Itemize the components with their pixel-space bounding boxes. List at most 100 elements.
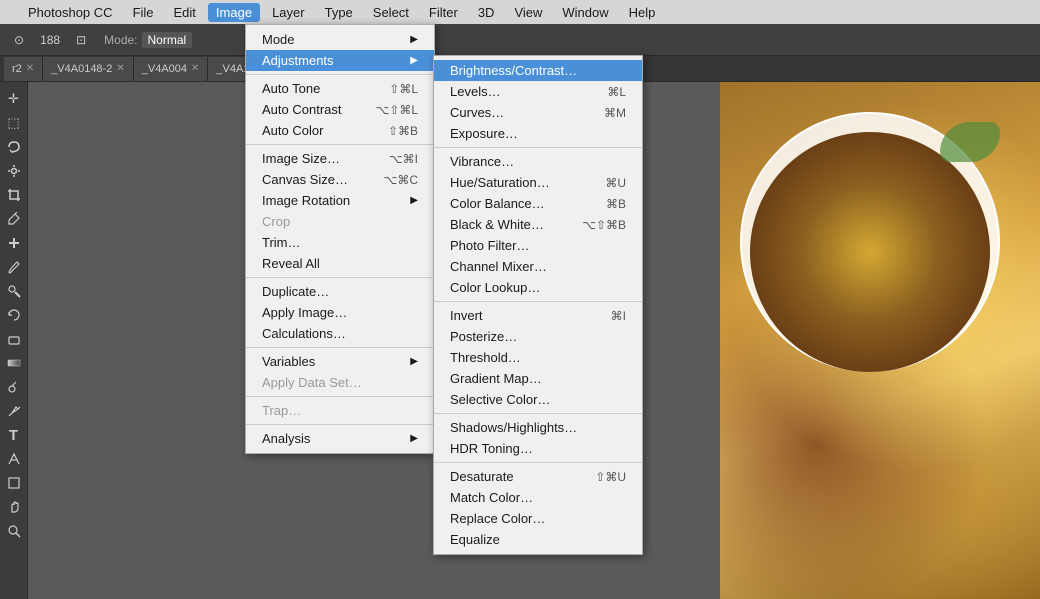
menu-variables[interactable]: Variables ▶: [246, 351, 434, 372]
adj-levels[interactable]: Levels… ⌘L: [434, 81, 642, 102]
adj-vibrance[interactable]: Vibrance…: [434, 151, 642, 172]
brush-size-value: 188: [34, 31, 66, 49]
adjustments-submenu: Brightness/Contrast… Levels… ⌘L Curves… …: [433, 55, 643, 555]
menu-canvas-size[interactable]: Canvas Size… ⌥⌘C: [246, 169, 434, 190]
adj-shadows-highlights[interactable]: Shadows/Highlights…: [434, 417, 642, 438]
adj-curves[interactable]: Curves… ⌘M: [434, 102, 642, 123]
dodge-burn-tool[interactable]: [3, 376, 25, 398]
menu-apply-image[interactable]: Apply Image…: [246, 302, 434, 323]
menu-file[interactable]: File: [125, 3, 162, 22]
adj-replace-color[interactable]: Replace Color…: [434, 508, 642, 529]
menu-photoshop[interactable]: Photoshop CC: [20, 3, 121, 22]
submenu-arrow-icon: ▶: [410, 34, 418, 45]
adj-invert[interactable]: Invert ⌘I: [434, 305, 642, 326]
brush-tool[interactable]: [3, 256, 25, 278]
tab-v4a004[interactable]: _V4A004 ✕: [134, 57, 209, 81]
submenu-arrow-variables-icon: ▶: [410, 356, 418, 367]
menu-divider-4: [246, 347, 434, 348]
menu-filter[interactable]: Filter: [421, 3, 466, 22]
adj-divider-3: [434, 413, 642, 414]
tab-v4a0148[interactable]: _V4A0148-2 ✕: [43, 57, 134, 81]
adj-color-lookup[interactable]: Color Lookup…: [434, 277, 642, 298]
menu-image-rotation[interactable]: Image Rotation ▶: [246, 190, 434, 211]
adj-brightness-contrast[interactable]: Brightness/Contrast…: [434, 60, 642, 81]
lasso-tool[interactable]: [3, 136, 25, 158]
gradient-tool[interactable]: [3, 352, 25, 374]
history-brush-tool[interactable]: [3, 304, 25, 326]
adj-hue-saturation[interactable]: Hue/Saturation… ⌘U: [434, 172, 642, 193]
menu-image-adjustments[interactable]: Adjustments ▶: [246, 50, 434, 71]
hand-tool[interactable]: [3, 496, 25, 518]
brush-icon[interactable]: ⊙: [8, 31, 30, 49]
menu-trap: Trap…: [246, 400, 434, 421]
adj-desaturate[interactable]: Desaturate ⇧⌘U: [434, 466, 642, 487]
menu-reveal-all[interactable]: Reveal All: [246, 253, 434, 274]
menu-calculations[interactable]: Calculations…: [246, 323, 434, 344]
shape-tool[interactable]: [3, 472, 25, 494]
document-canvas: [720, 82, 1040, 599]
pen-tool[interactable]: [3, 400, 25, 422]
menu-auto-tone[interactable]: Auto Tone ⇧⌘L: [246, 78, 434, 99]
mode-dropdown[interactable]: Normal: [142, 32, 193, 48]
image-dropdown-menu: Mode ▶ Adjustments ▶ Auto Tone ⇧⌘L Auto …: [245, 24, 435, 454]
adj-channel-mixer[interactable]: Channel Mixer…: [434, 256, 642, 277]
menu-image[interactable]: Image: [208, 3, 260, 22]
eraser-tool[interactable]: [3, 328, 25, 350]
close-tab-r2-icon[interactable]: ✕: [26, 63, 34, 74]
menu-divider-1: [246, 74, 434, 75]
menu-bar: Photoshop CC File Edit Image Layer Type …: [0, 0, 1040, 24]
mode-label: Mode:: [104, 33, 137, 47]
move-tool[interactable]: ✛: [3, 88, 25, 110]
marquee-tool[interactable]: ⬚: [3, 112, 25, 134]
adj-match-color[interactable]: Match Color…: [434, 487, 642, 508]
adj-divider-1: [434, 147, 642, 148]
adj-color-balance[interactable]: Color Balance… ⌘B: [434, 193, 642, 214]
menu-duplicate[interactable]: Duplicate…: [246, 281, 434, 302]
adj-exposure[interactable]: Exposure…: [434, 123, 642, 144]
adj-selective-color[interactable]: Selective Color…: [434, 389, 642, 410]
adj-black-white[interactable]: Black & White… ⌥⇧⌘B: [434, 214, 642, 235]
menu-divider-6: [246, 424, 434, 425]
adj-gradient-map[interactable]: Gradient Map…: [434, 368, 642, 389]
menu-3d[interactable]: 3D: [470, 3, 503, 22]
options-toolbar: ⊙ 188 ⊡ Mode: Normal: [0, 24, 1040, 56]
adj-hdr-toning[interactable]: HDR Toning…: [434, 438, 642, 459]
menu-image-size[interactable]: Image Size… ⌥⌘I: [246, 148, 434, 169]
food-content: [750, 132, 990, 372]
adj-threshold[interactable]: Threshold…: [434, 347, 642, 368]
text-tool[interactable]: T: [3, 424, 25, 446]
menu-divider-5: [246, 396, 434, 397]
menu-apply-data-set: Apply Data Set…: [246, 372, 434, 393]
menu-auto-contrast[interactable]: Auto Contrast ⌥⇧⌘L: [246, 99, 434, 120]
path-selection-tool[interactable]: [3, 448, 25, 470]
eyedropper-tool[interactable]: [3, 208, 25, 230]
submenu-arrow-analysis-icon: ▶: [410, 433, 418, 444]
menu-type[interactable]: Type: [317, 3, 361, 22]
menu-select[interactable]: Select: [365, 3, 417, 22]
healing-tool[interactable]: [3, 232, 25, 254]
menu-view[interactable]: View: [506, 3, 550, 22]
menu-trim[interactable]: Trim…: [246, 232, 434, 253]
tab-r2[interactable]: r2 ✕: [4, 57, 43, 81]
menu-image-mode[interactable]: Mode ▶: [246, 29, 434, 50]
clone-stamp-tool[interactable]: [3, 280, 25, 302]
close-tab-v4a004-icon[interactable]: ✕: [191, 63, 199, 74]
adj-equalize[interactable]: Equalize: [434, 529, 642, 550]
submenu-arrow-adjustments-icon: ▶: [410, 55, 418, 66]
close-tab-v4a0148-icon[interactable]: ✕: [116, 63, 124, 74]
adj-photo-filter[interactable]: Photo Filter…: [434, 235, 642, 256]
crop-tool[interactable]: [3, 184, 25, 206]
brush-options-icon[interactable]: ⊡: [70, 31, 92, 49]
menu-window[interactable]: Window: [554, 3, 616, 22]
menu-auto-color[interactable]: Auto Color ⇧⌘B: [246, 120, 434, 141]
menu-crop: Crop: [246, 211, 434, 232]
adj-posterize[interactable]: Posterize…: [434, 326, 642, 347]
magic-wand-tool[interactable]: [3, 160, 25, 182]
adj-divider-2: [434, 301, 642, 302]
menu-divider-3: [246, 277, 434, 278]
menu-layer[interactable]: Layer: [264, 3, 313, 22]
zoom-tool[interactable]: [3, 520, 25, 542]
menu-analysis[interactable]: Analysis ▶: [246, 428, 434, 449]
menu-help[interactable]: Help: [621, 3, 664, 22]
menu-edit[interactable]: Edit: [166, 3, 204, 22]
